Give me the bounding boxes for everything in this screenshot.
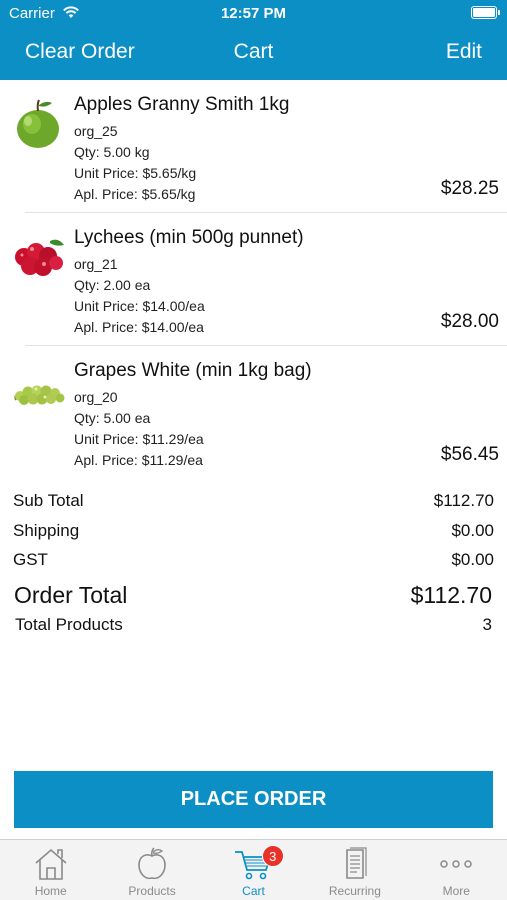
total-products-value: 3 [482,614,492,634]
item-name: Apples Granny Smith 1kg [74,94,290,115]
total-products-label: Total Products [15,614,123,634]
edit-button[interactable]: Edit [446,40,482,64]
cart-item[interactable]: Lychees (min 500g punnet) org_21 Qty: 2.… [0,213,507,346]
shipping-value: $0.00 [451,520,494,540]
grapes-icon [14,385,65,405]
tab-label: More [442,884,470,898]
tab-more[interactable]: More [406,840,507,900]
cart-badge: 3 [261,845,284,867]
item-name: Lychees (min 500g punnet) [74,227,304,248]
more-icon [440,860,473,868]
item-qty: Qty: 5.00 kg [74,144,150,160]
item-total: $28.25 [440,178,499,199]
item-qty: Qty: 2.00 ea [74,277,151,293]
clock: 12:57 PM [220,5,287,22]
lychee-icon [15,239,64,276]
tab-recurring[interactable]: Recurring [304,840,405,900]
total-products-row: Total Products 3 [0,615,507,641]
battery-icon [471,6,500,19]
tab-bar: Home Products 3 Cart Recurring More [0,839,507,900]
gst-label: GST [13,550,48,569]
item-total: $56.45 [440,444,499,465]
apple-icon [17,99,59,148]
tab-cart[interactable]: 3 Cart [203,840,304,900]
order-total-row: Order Total $112.70 [0,580,507,615]
tab-label: Cart [242,884,265,898]
tab-label: Products [128,884,176,898]
gst-row: GST $0.00 [0,547,507,577]
item-code: org_25 [74,123,118,139]
home-icon [35,848,67,880]
item-code: org_20 [74,389,118,405]
item-unit-price: Unit Price: $14.00/ea [74,298,205,314]
cart-item[interactable]: Grapes White (min 1kg bag) org_20 Qty: 5… [0,346,507,479]
order-total-value: $112.70 [410,581,492,608]
nav-bar: Clear Order Cart Edit [0,28,507,80]
place-order-button[interactable]: PLACE ORDER [14,771,493,828]
item-apl-price: Apl. Price: $5.65/kg [74,186,196,202]
subtotal-row: Sub Total $112.70 [0,488,507,518]
gst-value: $0.00 [451,550,494,569]
item-apl-price: Apl. Price: $11.29/ea [74,452,203,468]
status-bar: Carrier 12:57 PM [0,0,507,28]
item-code: org_21 [74,256,118,272]
tab-label: Recurring [328,884,381,898]
item-total: $28.00 [440,311,499,332]
item-name: Grapes White (min 1kg bag) [74,360,312,381]
page-title: Cart [233,40,274,63]
tab-products[interactable]: Products [101,840,202,900]
item-unit-price: Unit Price: $5.65/kg [74,165,197,181]
cart-item[interactable]: Apples Granny Smith 1kg org_25 Qty: 5.00… [0,80,507,213]
shipping-label: Shipping [13,520,80,540]
order-summary: Sub Total $112.70 Shipping $0.00 GST $0.… [0,488,507,641]
subtotal-label: Sub Total [13,491,84,510]
shipping-row: Shipping $0.00 [0,518,507,548]
order-total-label: Order Total [14,581,128,608]
item-unit-price: Unit Price: $11.29/ea [74,431,204,447]
cart-items-list: Apples Granny Smith 1kg org_25 Qty: 5.00… [0,80,507,479]
tab-label: Home [34,884,67,898]
apple-outline-icon [138,847,166,880]
document-icon [346,847,367,879]
subtotal-value: $112.70 [433,491,494,510]
header: Carrier 12:57 PM Clear Order Cart Edit [0,0,507,80]
item-apl-price: Apl. Price: $14.00/ea [74,319,204,335]
tab-home[interactable]: Home [0,840,101,900]
item-qty: Qty: 5.00 ea [74,410,151,426]
